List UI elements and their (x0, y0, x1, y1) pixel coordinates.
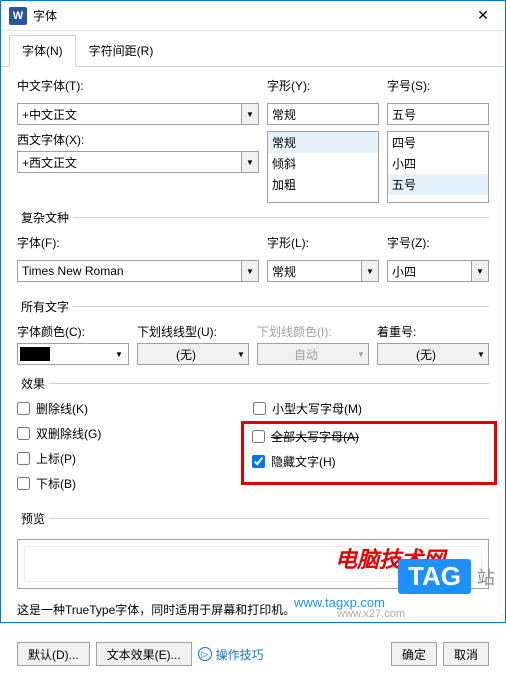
en-font-input[interactable] (17, 151, 241, 173)
font-color-label: 字体颜色(C): (17, 323, 129, 340)
chevron-down-icon: ▼ (474, 350, 488, 359)
superscript-checkbox[interactable]: 上标(P) (17, 450, 253, 467)
preview-legend: 预览 (17, 510, 49, 527)
list-item[interactable]: 四号 (388, 132, 488, 153)
smallcaps-checkbox[interactable]: 小型大写字母(M) (253, 400, 489, 417)
complex-font-dropdown[interactable]: ▼ (241, 260, 259, 282)
style-input[interactable] (267, 103, 379, 125)
effects-legend: 效果 (17, 375, 49, 392)
complex-style-label: 字形(L): (267, 234, 379, 251)
en-font-dropdown[interactable]: ▼ (241, 151, 259, 173)
cn-font-input[interactable] (17, 103, 241, 125)
size-listbox[interactable]: 四号 小四 五号 (387, 131, 489, 203)
default-button[interactable]: 默认(D)... (17, 642, 90, 666)
cn-font-dropdown[interactable]: ▼ (241, 103, 259, 125)
size-input[interactable] (387, 103, 489, 125)
cn-font-label: 中文字体(T): (17, 77, 259, 94)
complex-style-dropdown[interactable]: ▼ (361, 260, 379, 282)
complex-font-input[interactable] (17, 260, 241, 282)
en-font-label: 西文字体(X): (17, 131, 259, 148)
window-title: 字体 (33, 7, 469, 24)
help-link[interactable]: ▷ 操作技巧 (198, 646, 264, 663)
underline-style-button[interactable]: (无)▼ (137, 343, 249, 365)
list-item[interactable]: 常规 (268, 132, 378, 153)
size-label: 字号(S): (387, 77, 489, 94)
list-item[interactable]: 五号 (388, 174, 488, 195)
complex-style-input[interactable] (267, 260, 361, 282)
ok-button[interactable]: 确定 (391, 642, 437, 666)
hidden-checkbox[interactable]: 隐藏文字(H) (252, 453, 486, 470)
font-description: 这是一种TrueType字体，同时适用于屏幕和打印机。 (17, 601, 489, 618)
strikethrough-checkbox[interactable]: 删除线(K) (17, 400, 253, 417)
complex-legend: 复杂文种 (17, 209, 73, 226)
complex-size-label: 字号(Z): (387, 234, 489, 251)
style-listbox[interactable]: 常规 倾斜 加粗 (267, 131, 379, 203)
app-icon: W (9, 7, 27, 25)
cancel-button[interactable]: 取消 (443, 642, 489, 666)
list-item[interactable]: 小四 (388, 153, 488, 174)
alltext-legend: 所有文字 (17, 298, 73, 315)
double-strikethrough-checkbox[interactable]: 双删除线(G) (17, 425, 253, 442)
style-label: 字形(Y): (267, 77, 379, 94)
tab-spacing[interactable]: 字符间距(R) (76, 35, 167, 66)
help-icon: ▷ (198, 647, 212, 661)
chevron-down-icon: ▼ (112, 350, 126, 359)
text-effects-button[interactable]: 文本效果(E)... (96, 642, 192, 666)
underline-style-label: 下划线线型(U): (137, 323, 249, 340)
chevron-down-icon: ▼ (234, 350, 248, 359)
list-item[interactable]: 加粗 (268, 174, 378, 195)
subscript-checkbox[interactable]: 下标(B) (17, 475, 253, 492)
underline-color-label: 下划线颜色(I): (257, 323, 369, 340)
close-button[interactable]: ✕ (469, 4, 497, 28)
preview-box (17, 539, 489, 589)
underline-color-button: 自动▼ (257, 343, 369, 365)
complex-font-label: 字体(F): (17, 234, 259, 251)
emphasis-button[interactable]: (无)▼ (377, 343, 489, 365)
emphasis-label: 着重号: (377, 323, 489, 340)
color-swatch (20, 347, 50, 361)
complex-size-input[interactable] (387, 260, 471, 282)
tab-font[interactable]: 字体(N) (9, 35, 76, 67)
font-color-button[interactable]: ▼ (17, 343, 129, 365)
allcaps-checkbox[interactable]: 全部大写字母(A) (252, 428, 486, 445)
complex-size-dropdown[interactable]: ▼ (471, 260, 489, 282)
list-item[interactable]: 倾斜 (268, 153, 378, 174)
chevron-down-icon: ▼ (354, 350, 368, 359)
